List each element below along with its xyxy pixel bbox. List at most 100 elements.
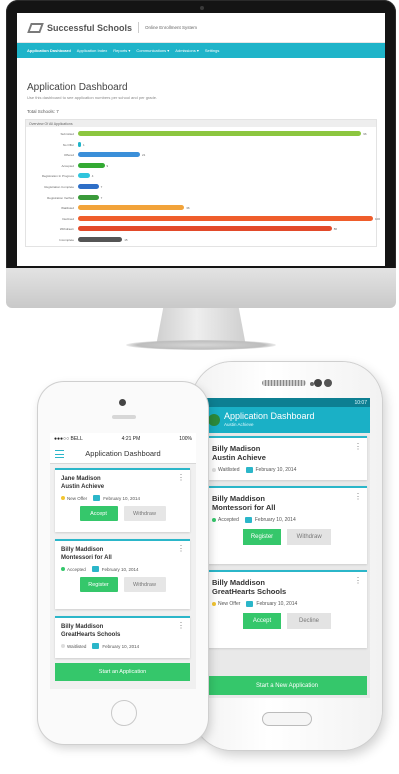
more-options-icon[interactable]: ⋮ [354, 443, 362, 451]
accept-button[interactable]: Accept [79, 506, 118, 521]
calendar-icon [244, 517, 252, 523]
more-options-icon[interactable]: ⋮ [177, 474, 185, 482]
applicant-name: Billy Maddison GreatHearts Schools [212, 578, 287, 596]
applications-bar-chart: Submitted 96 No Offer 1 Offered 21 Accepted 9 Re… [26, 129, 380, 247]
status-label: Waitlisted [218, 467, 240, 473]
more-options-icon[interactable]: ⋮ [354, 577, 362, 585]
accept-button[interactable]: Accept [243, 613, 281, 629]
register-button[interactable]: Register [242, 529, 282, 545]
application-card[interactable]: Billy Maddison Montessori for All ⋮ Accep… [55, 539, 190, 609]
chart-value-label: 15 [124, 238, 128, 242]
chart-value-label: 21 [141, 153, 146, 158]
app-logo-icon [208, 414, 220, 426]
card-meta: New Offer February 10, 2014 [212, 601, 367, 607]
nav-communications[interactable]: Communications ▾ [136, 48, 169, 53]
chart-bar [78, 141, 81, 147]
nav-application-dashboard[interactable]: Application Dashboard [27, 48, 71, 53]
desktop-nav: Application Dashboard Application Index … [17, 43, 385, 58]
chart-category-label: No Offer [62, 142, 74, 147]
screen-title: Application Dashboard [85, 449, 161, 458]
home-button[interactable] [111, 700, 137, 726]
chart-value-label: 100 [375, 216, 381, 221]
home-button[interactable] [262, 712, 312, 726]
front-camera [119, 399, 126, 406]
chart-value-label: 7 [100, 195, 103, 200]
more-options-icon[interactable]: ⋮ [177, 622, 185, 630]
card-actions: Register Withdraw [207, 529, 367, 545]
calendar-icon [245, 467, 253, 473]
nav-application-index[interactable]: Application Index [77, 48, 107, 53]
card-actions: Accept Withdraw [55, 506, 190, 521]
chart-category-label: Declined [62, 216, 74, 221]
header-divider [138, 22, 140, 33]
card-date: February 10, 2014 [255, 467, 297, 473]
desktop-header: Successful Schools Online Enrollment Sys… [17, 13, 385, 43]
monitor-chin [6, 268, 396, 308]
chart-value-label: 96 [363, 132, 367, 136]
application-card[interactable]: Billy Maddison Montessori for All ⋮ Accep… [207, 486, 367, 564]
chart-value-label: 1 [83, 142, 85, 147]
status-label: New Offer [218, 601, 241, 607]
register-button[interactable]: Register [79, 577, 118, 592]
overview-panel: Overview Of All Applications Submitted 96… [25, 119, 380, 247]
chart-value-label: 9 [106, 163, 109, 168]
chart-category-label: Incomplete [59, 238, 74, 242]
page-description: Use this dashboard to see application nu… [27, 95, 158, 100]
android-screen: 10:07 Application Dashboard Austin Achie… [204, 398, 370, 698]
status-dot-icon [61, 644, 65, 648]
calendar-icon [92, 643, 100, 649]
desktop-monitor: Successful Schools Online Enrollment Sys… [6, 0, 396, 300]
front-camera [314, 379, 322, 387]
applicant-name: Billy Maddison Montessori for All [61, 547, 112, 561]
chart-value-label: 7 [100, 185, 103, 189]
card-date: February 10, 2014 [256, 601, 298, 607]
withdraw-button[interactable]: Withdraw [287, 529, 332, 545]
chart-bar [78, 173, 90, 179]
chart-category-label: Registration Verified [47, 195, 74, 200]
chart-bar [78, 184, 99, 189]
card-date: February 10, 2014 [101, 566, 139, 572]
card-meta: Accepted February 10, 2014 [212, 517, 367, 523]
applicant-name: Billy Maddison Montessori for All [212, 494, 276, 512]
status-time: 4:21 PM [121, 435, 141, 442]
application-card[interactable]: Billy Maddison GreatHearts Schools ⋮ New … [207, 570, 367, 648]
chart-bar [78, 237, 123, 242]
chart-bar [78, 226, 332, 232]
status-label: Accepted [218, 517, 239, 523]
chart-bar [78, 194, 99, 200]
status-dot-icon [61, 567, 65, 571]
more-options-icon[interactable]: ⋮ [177, 545, 185, 553]
withdraw-button[interactable]: Withdraw [123, 577, 166, 592]
card-date: February 10, 2014 [103, 495, 140, 501]
application-card[interactable]: Billy Madison Austin Achieve ⋮ Waitlisted… [207, 436, 367, 480]
calendar-icon [93, 495, 101, 501]
android-phone: 10:07 Application Dashboard Austin Achie… [192, 362, 382, 750]
application-card[interactable]: Billy Maddison GreatHearts Schools ⋮ Wait… [55, 616, 190, 658]
status-label: Accepted [67, 566, 86, 572]
nav-reports[interactable]: Reports ▾ [113, 48, 130, 53]
battery-level: 100% [179, 435, 192, 442]
nav-admissions[interactable]: Admissions ▾ [175, 48, 199, 53]
more-options-icon[interactable]: ⋮ [354, 493, 362, 501]
nav-settings[interactable]: Settings [205, 48, 219, 53]
withdraw-button[interactable]: Withdraw [123, 506, 166, 521]
start-application-button[interactable]: Start an Application [55, 663, 190, 681]
calendar-icon [91, 566, 99, 572]
decline-button[interactable]: Decline [287, 613, 331, 629]
start-new-application-button[interactable]: Start a New Application [207, 676, 367, 695]
brand-subtitle: Online Enrollment System [145, 25, 198, 30]
chart-category-label: Registration Complete [44, 185, 74, 189]
chart-bar [78, 152, 140, 158]
card-meta: Accepted February 10, 2014 [61, 566, 190, 572]
applicant-name: Billy Madison Austin Achieve [212, 444, 266, 462]
hamburger-menu-icon[interactable] [55, 450, 64, 458]
iphone: ●●●○○ BELL 4:21 PM 100% Application Dash… [38, 382, 208, 744]
device-showcase: Successful Schools Online Enrollment Sys… [0, 0, 399, 774]
status-bar: ●●●○○ BELL 4:21 PM 100% [50, 433, 196, 444]
chart-bar [78, 131, 362, 136]
chart-bar [78, 205, 185, 211]
application-card[interactable]: Jane Madison Austin Achieve ⋮ New Offer F… [55, 468, 190, 532]
applicant-name: Jane Madison Austin Achieve [61, 476, 105, 490]
panel-title: Overview Of All Applications [26, 120, 376, 127]
card-date: February 10, 2014 [102, 643, 140, 649]
